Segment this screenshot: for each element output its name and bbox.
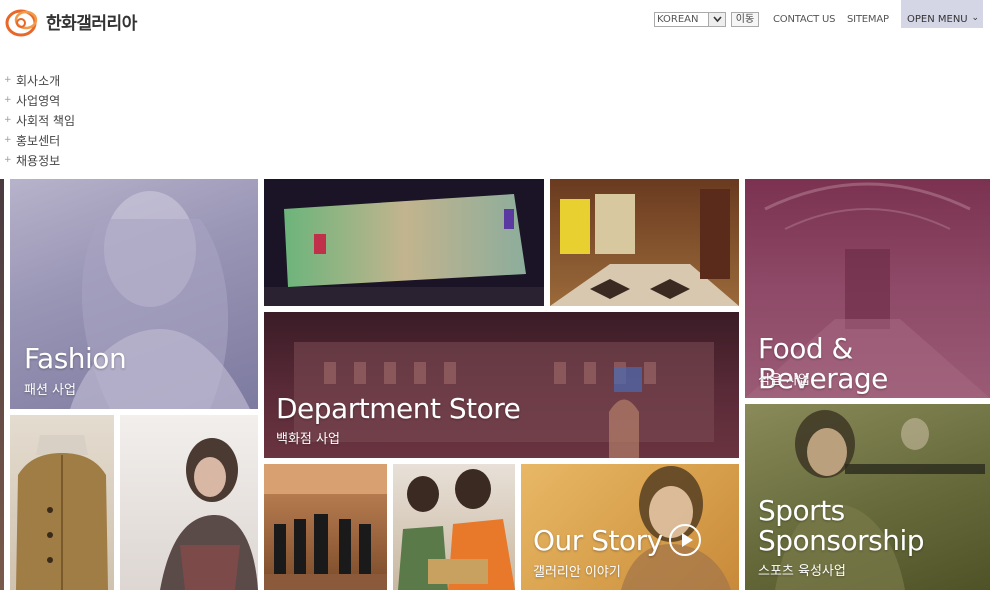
fashion-title: Fashion <box>24 342 127 375</box>
nav-item-label: 채용정보 <box>16 153 61 168</box>
logo[interactable]: 한화갤러리아 <box>4 3 144 39</box>
open-menu-label: OPEN MENU <box>907 14 968 25</box>
model-photo <box>120 415 258 590</box>
open-menu-button[interactable]: OPEN MENU ⌄ <box>901 0 983 28</box>
language-value: KOREAN <box>657 14 699 25</box>
plus-icon: + <box>4 95 12 105</box>
contact-us-link[interactable]: CONTACT US <box>773 14 835 25</box>
nav-item-social-responsibility[interactable]: + 사회적 책임 <box>4 110 75 130</box>
chevron-down-icon[interactable] <box>708 13 725 26</box>
plus-icon: + <box>4 75 12 85</box>
our-story-tile[interactable]: Our Story 갤러리안 이야기 <box>521 464 739 590</box>
previous-panel-edge[interactable] <box>0 179 4 590</box>
nav-item-label: 사회적 책임 <box>16 113 76 128</box>
food-beverage-tile[interactable]: Food & Beverage 식음 사업 <box>745 179 990 398</box>
nav-item-label: 사업영역 <box>16 93 61 108</box>
chevron-down-icon: ⌄ <box>971 13 979 23</box>
nav-item-label: 회사소개 <box>16 73 61 88</box>
go-button[interactable]: 이동 <box>731 12 759 27</box>
jacket-illustration <box>16 435 108 590</box>
building-night-photo <box>264 179 544 306</box>
nav-item-label: 홍보센터 <box>16 133 61 148</box>
department-store-tile[interactable]: Department Store 백화점 사업 <box>264 312 739 458</box>
orchestra-illustration <box>264 464 387 590</box>
food-beverage-subtitle: 식음 사업 <box>758 373 810 388</box>
orchestra-photo <box>264 464 387 590</box>
shop-illustration <box>550 189 739 306</box>
model-illustration <box>160 438 258 590</box>
shop-interior-photo <box>550 179 739 306</box>
building-illustration <box>264 194 544 306</box>
fashion-tile[interactable]: Fashion 패션 사업 <box>10 179 258 409</box>
volunteer-photo <box>393 464 515 590</box>
logo-text: 한화갤러리아 <box>46 14 137 34</box>
sports-sponsorship-subtitle: 스포츠 육성사업 <box>758 564 846 579</box>
plus-icon: + <box>4 155 12 165</box>
plus-icon: + <box>4 115 12 125</box>
language-select[interactable]: KOREAN <box>654 12 726 27</box>
jacket-photo <box>10 415 114 590</box>
sports-sponsorship-title: Sports Sponsorship <box>758 494 925 557</box>
sports-sponsorship-tile[interactable]: Sports Sponsorship 스포츠 육성사업 <box>745 404 990 590</box>
main-nav: + 회사소개 + 사업영역 + 사회적 책임 + 홍보센터 + 채용정보 <box>4 70 75 170</box>
department-store-title: Department Store <box>276 392 521 425</box>
nav-item-business[interactable]: + 사업영역 <box>4 90 75 110</box>
nav-item-careers[interactable]: + 채용정보 <box>4 150 75 170</box>
volunteer-illustration <box>398 469 515 590</box>
our-story-title: Our Story <box>533 524 663 557</box>
nav-item-pr-center[interactable]: + 홍보센터 <box>4 130 75 150</box>
sitemap-link[interactable]: SITEMAP <box>847 14 889 25</box>
department-store-subtitle: 백화점 사업 <box>276 432 340 447</box>
nav-item-company[interactable]: + 회사소개 <box>4 70 75 90</box>
hanwha-logo-icon <box>5 9 38 37</box>
play-icon[interactable] <box>669 524 701 556</box>
our-story-subtitle: 갤러리안 이야기 <box>533 565 621 580</box>
plus-icon: + <box>4 135 12 145</box>
fashion-subtitle: 패션 사업 <box>24 383 76 398</box>
